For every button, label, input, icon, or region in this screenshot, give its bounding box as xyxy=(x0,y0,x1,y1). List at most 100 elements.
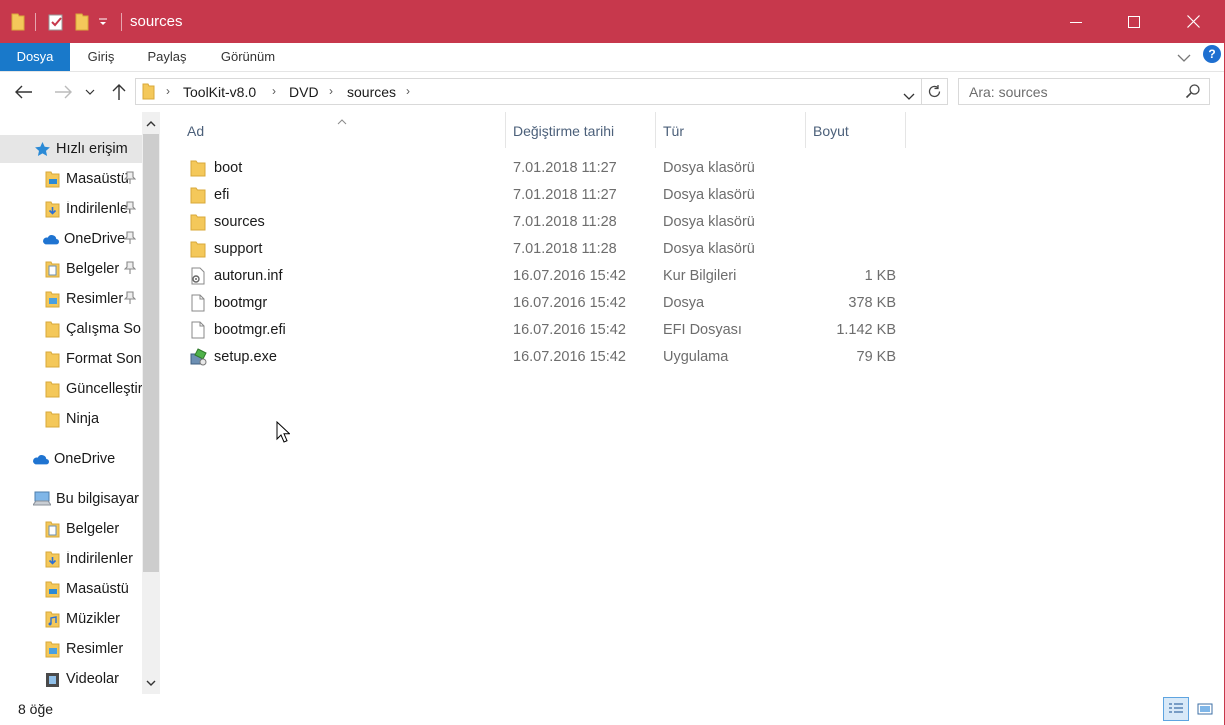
refresh-button[interactable] xyxy=(922,78,948,105)
nav-item-folder[interactable]: Format Sonrası xyxy=(0,345,142,373)
nav-item-videos[interactable]: Videolar xyxy=(0,665,142,693)
large-icons-view-icon xyxy=(1197,703,1213,715)
breadcrumb-toolkit[interactable]: ToolKit-v8.0 xyxy=(183,84,256,100)
maximize-button[interactable] xyxy=(1105,0,1163,43)
forward-arrow-icon xyxy=(55,85,72,99)
mouse-cursor-icon xyxy=(276,420,291,446)
documents-folder-icon xyxy=(43,520,61,538)
folder-icon xyxy=(190,159,208,177)
file-row[interactable]: bootmgr.efi 16.07.2016 15:42 EFI Dosyası… xyxy=(160,317,1225,344)
nav-scrollbar[interactable] xyxy=(142,112,160,694)
blank-file-icon xyxy=(190,321,208,339)
file-list: Ad Değiştirme tarihi Tür Boyut boot 7.01… xyxy=(160,112,1225,694)
nav-item-documents[interactable]: Belgeler xyxy=(0,515,142,543)
pin-icon xyxy=(123,231,137,249)
file-row[interactable]: setup.exe 16.07.2016 15:42 Uygulama 79 K… xyxy=(160,344,1225,371)
file-row[interactable]: sources 7.01.2018 11:28 Dosya klasörü xyxy=(160,209,1225,236)
nav-item-desktop[interactable]: Masaüstü xyxy=(0,575,142,603)
pin-icon xyxy=(123,291,137,309)
music-folder-icon xyxy=(43,610,61,628)
setup-app-icon xyxy=(190,348,208,366)
minimize-button[interactable] xyxy=(1047,0,1105,43)
column-header-type[interactable]: Tür xyxy=(656,112,806,150)
nav-item-downloads[interactable]: İndirilenler xyxy=(0,545,142,573)
downloads-folder-icon xyxy=(43,550,61,568)
file-row[interactable]: support 7.01.2018 11:28 Dosya klasörü xyxy=(160,236,1225,263)
nav-item-this-pc[interactable]: Bu bilgisayar xyxy=(0,485,142,513)
nav-item-documents-pinned[interactable]: Belgeler xyxy=(0,255,142,283)
scroll-up-arrow-icon[interactable] xyxy=(142,114,160,134)
close-icon xyxy=(1186,15,1200,28)
navigation-pane: Hızlı erişim Masaüstü İndirilenler OneDr… xyxy=(0,112,160,694)
videos-folder-icon xyxy=(43,670,61,688)
sort-ascending-icon xyxy=(337,112,347,128)
back-button[interactable] xyxy=(13,81,35,103)
desktop-folder-icon xyxy=(43,170,61,188)
nav-item-pictures[interactable]: Resimler xyxy=(0,635,142,663)
customize-toolbar-chevron-icon[interactable] xyxy=(98,11,108,33)
column-header-date[interactable]: Değiştirme tarihi xyxy=(506,112,656,150)
file-row[interactable]: autorun.inf 16.07.2016 15:42 Kur Bilgile… xyxy=(160,263,1225,290)
downloads-folder-icon xyxy=(43,200,61,218)
nav-item-quick-access[interactable]: Hızlı erişim xyxy=(0,135,142,163)
nav-item-pictures-pinned[interactable]: Resimler xyxy=(0,285,142,313)
close-button[interactable] xyxy=(1164,0,1222,43)
pin-icon xyxy=(123,261,137,279)
search-box xyxy=(958,78,1210,105)
file-row[interactable]: bootmgr 16.07.2016 15:42 Dosya 378 KB xyxy=(160,290,1225,317)
up-arrow-icon xyxy=(112,84,126,100)
forward-button[interactable] xyxy=(52,81,74,103)
ribbon-tabs: Dosya Giriş Paylaş Görünüm xyxy=(0,43,1225,72)
breadcrumb-sources[interactable]: sources xyxy=(347,84,396,100)
large-icons-view-button[interactable] xyxy=(1192,697,1218,721)
documents-folder-icon xyxy=(43,260,61,278)
folder-icon xyxy=(190,240,208,258)
search-icon[interactable] xyxy=(1185,83,1201,102)
folder-icon xyxy=(190,186,208,204)
expand-ribbon-chevron-icon[interactable] xyxy=(1177,50,1191,66)
settings-file-icon xyxy=(190,267,208,285)
folder-icon xyxy=(142,83,155,103)
breadcrumb-dvd[interactable]: DVD xyxy=(289,84,319,100)
column-header-name[interactable]: Ad xyxy=(160,112,506,150)
search-input[interactable] xyxy=(969,79,1179,104)
nav-item-music[interactable]: Müzikler xyxy=(0,605,142,633)
nav-item-downloads[interactable]: İndirilenler xyxy=(0,195,142,223)
column-header-size[interactable]: Boyut xyxy=(806,112,906,150)
minimize-icon xyxy=(1070,21,1082,23)
scrollbar-thumb[interactable] xyxy=(143,134,159,572)
address-history-chevron-icon[interactable] xyxy=(903,88,915,104)
scroll-down-arrow-icon[interactable] xyxy=(142,673,160,693)
nav-item-onedrive[interactable]: OneDrive xyxy=(0,445,142,473)
nav-item-folder[interactable]: Ninja xyxy=(0,405,142,433)
tab-view[interactable]: Görünüm xyxy=(210,43,286,71)
nav-item-onedrive-pinned[interactable]: OneDrive xyxy=(0,225,142,253)
desktop-folder-icon xyxy=(43,580,61,598)
folder-icon xyxy=(190,213,208,231)
nav-item-desktop[interactable]: Masaüstü xyxy=(0,165,142,193)
tab-home[interactable]: Giriş xyxy=(76,43,126,71)
new-folder-icon[interactable] xyxy=(75,11,89,33)
folder-icon xyxy=(43,320,61,338)
file-row[interactable]: boot 7.01.2018 11:27 Dosya klasörü xyxy=(160,155,1225,182)
navigation-bar: › ToolKit-v8.0 › DVD › sources › xyxy=(0,72,1225,112)
nav-item-folder[interactable]: Çalışma Sonuçları xyxy=(0,315,142,343)
details-view-button[interactable] xyxy=(1163,697,1189,721)
window-title: sources xyxy=(130,13,183,30)
pictures-folder-icon xyxy=(43,640,61,658)
onedrive-cloud-icon xyxy=(31,450,49,468)
folder-icon xyxy=(43,410,61,428)
status-bar: 8 öğe xyxy=(0,694,1225,725)
nav-item-folder[interactable]: Güncelleştirmeler xyxy=(0,375,142,403)
properties-icon[interactable] xyxy=(48,11,64,33)
up-button[interactable] xyxy=(108,81,130,103)
tab-file[interactable]: Dosya xyxy=(0,43,70,71)
title-bar: sources xyxy=(0,0,1225,43)
recent-locations-chevron-icon[interactable] xyxy=(83,81,97,103)
computer-icon xyxy=(33,490,51,508)
pin-icon xyxy=(123,201,137,219)
help-button[interactable]: ? xyxy=(1203,45,1221,63)
address-bar[interactable]: › ToolKit-v8.0 › DVD › sources › xyxy=(135,78,922,105)
tab-share[interactable]: Paylaş xyxy=(138,43,196,71)
file-row[interactable]: efi 7.01.2018 11:27 Dosya klasörü xyxy=(160,182,1225,209)
